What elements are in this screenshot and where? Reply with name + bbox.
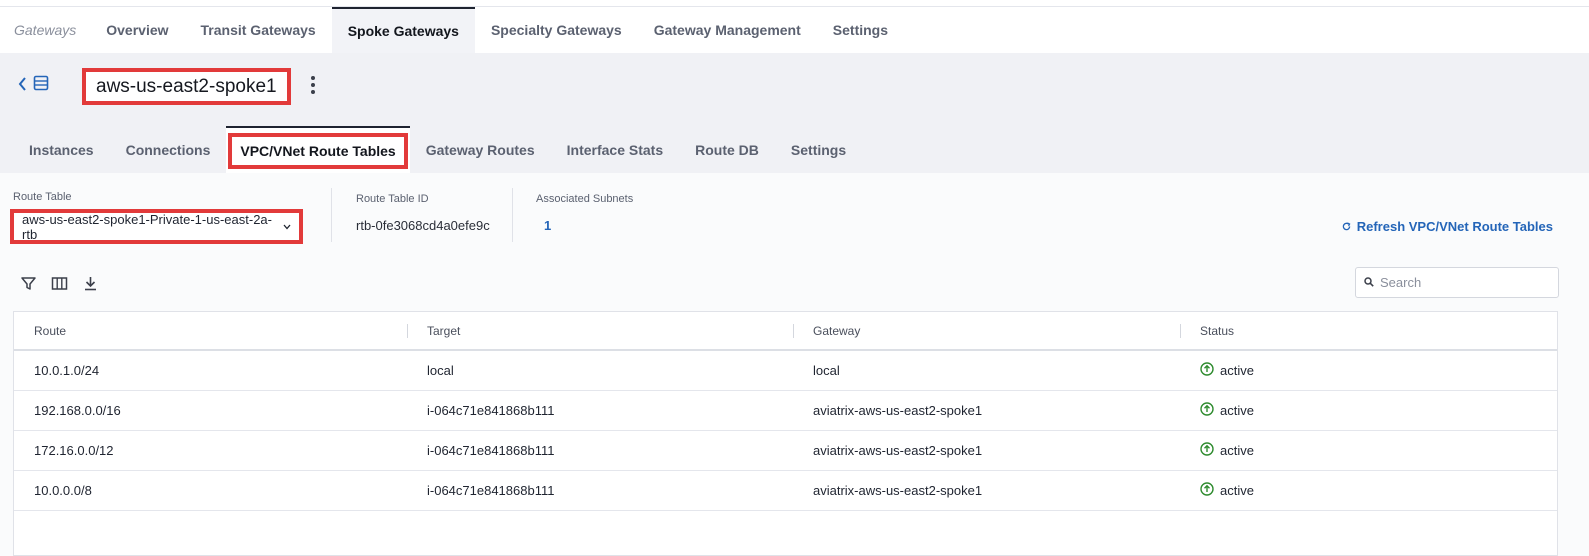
route-table-value: aws-us-east2-spoke1-Private-1-us-east-2a… bbox=[22, 211, 272, 242]
cell-target: i-064c71e841868b111 bbox=[427, 443, 555, 458]
tab-gateway-management[interactable]: Gateway Management bbox=[638, 7, 817, 53]
divider bbox=[331, 188, 332, 242]
subtab-instances[interactable]: Instances bbox=[13, 126, 110, 173]
cell-route: 10.0.0.0/8 bbox=[34, 483, 92, 498]
breadcrumb-gateways[interactable]: Gateways bbox=[0, 7, 90, 53]
gateway-name-title: aws-us-east2-spoke1 bbox=[82, 68, 291, 105]
download-icon[interactable] bbox=[82, 275, 99, 292]
status-active-icon bbox=[1200, 442, 1214, 459]
subtab-interface-stats[interactable]: Interface Stats bbox=[551, 126, 679, 173]
kebab-menu-icon[interactable] bbox=[303, 75, 323, 95]
tab-settings[interactable]: Settings bbox=[817, 7, 904, 53]
chevron-down-icon bbox=[283, 221, 291, 233]
refresh-label: Refresh VPC/VNet Route Tables bbox=[1356, 219, 1553, 234]
table-toolbar bbox=[20, 275, 99, 292]
status-text: active bbox=[1220, 363, 1254, 378]
search-box[interactable] bbox=[1355, 267, 1559, 298]
route-table-label: Route Table bbox=[13, 191, 72, 203]
subtab-gateway-routes[interactable]: Gateway Routes bbox=[410, 126, 551, 173]
back-to-list-button[interactable] bbox=[18, 75, 49, 96]
associated-subnets-label: Associated Subnets bbox=[536, 193, 634, 205]
subtab-vpc-vnet-route-tables[interactable]: VPC/VNet Route Tables bbox=[226, 126, 410, 173]
filter-icon[interactable] bbox=[20, 275, 37, 292]
table-row[interactable]: 10.0.0.0/8 i-064c71e841868b111 aviatrix-… bbox=[14, 471, 1557, 511]
table-row[interactable]: 10.0.1.0/24 local local active bbox=[14, 351, 1557, 391]
status-text: active bbox=[1220, 443, 1254, 458]
route-table-select[interactable]: aws-us-east2-spoke1-Private-1-us-east-2a… bbox=[10, 209, 303, 244]
cell-route: 10.0.1.0/24 bbox=[34, 363, 100, 378]
column-header-status[interactable]: Status bbox=[1180, 312, 1557, 349]
columns-icon[interactable] bbox=[51, 275, 68, 292]
refresh-route-tables-button[interactable]: Refresh VPC/VNet Route Tables bbox=[1342, 219, 1553, 234]
cell-gateway: aviatrix-aws-us-east2-spoke1 bbox=[813, 403, 983, 418]
tab-transit-gateways[interactable]: Transit Gateways bbox=[185, 7, 332, 53]
cell-route: 172.16.0.0/12 bbox=[34, 443, 114, 458]
cell-status: active bbox=[1180, 471, 1557, 510]
route-table-id-label: Route Table ID bbox=[356, 193, 429, 205]
associated-subnets-count[interactable]: 1 bbox=[544, 218, 551, 233]
route-table-id-value: rtb-0fe3068cd4a0efe9c bbox=[356, 218, 490, 233]
status-active-icon bbox=[1200, 402, 1214, 419]
cell-status: active bbox=[1180, 431, 1557, 470]
cell-status: active bbox=[1180, 351, 1557, 390]
cell-status: active bbox=[1180, 391, 1557, 430]
cell-gateway: local bbox=[813, 363, 840, 378]
tab-overview[interactable]: Overview bbox=[90, 7, 184, 53]
chevron-left-icon bbox=[18, 76, 27, 95]
status-text: active bbox=[1220, 483, 1254, 498]
table-row[interactable]: 172.16.0.0/12 i-064c71e841868b111 aviatr… bbox=[14, 431, 1557, 471]
table-header: Route Target Gateway Status bbox=[14, 312, 1557, 351]
refresh-icon bbox=[1342, 219, 1351, 234]
column-header-target[interactable]: Target bbox=[407, 312, 793, 349]
column-header-gateway[interactable]: Gateway bbox=[793, 312, 1180, 349]
subtab-connections[interactable]: Connections bbox=[110, 126, 227, 173]
status-active-icon bbox=[1200, 482, 1214, 499]
column-header-route[interactable]: Route bbox=[14, 312, 407, 349]
gateway-subtabs: Instances Connections VPC/VNet Route Tab… bbox=[13, 126, 862, 173]
cell-gateway: aviatrix-aws-us-east2-spoke1 bbox=[813, 483, 983, 498]
status-text: active bbox=[1220, 403, 1254, 418]
cell-route: 192.168.0.0/16 bbox=[34, 403, 121, 418]
route-table-grid: Route Target Gateway Status 10.0.1.0/24 … bbox=[13, 311, 1558, 556]
subtab-label: VPC/VNet Route Tables bbox=[228, 132, 408, 169]
tab-spoke-gateways[interactable]: Spoke Gateways bbox=[331, 7, 475, 53]
status-active-icon bbox=[1200, 362, 1214, 379]
cell-target: i-064c71e841868b111 bbox=[427, 483, 555, 498]
table-row[interactable]: 192.168.0.0/16 i-064c71e841868b111 aviat… bbox=[14, 391, 1557, 431]
search-input[interactable] bbox=[1380, 275, 1540, 290]
list-icon bbox=[33, 75, 49, 96]
divider bbox=[512, 188, 513, 242]
cell-target: local bbox=[427, 363, 454, 378]
cell-gateway: aviatrix-aws-us-east2-spoke1 bbox=[813, 443, 983, 458]
search-icon bbox=[1364, 274, 1374, 292]
cell-target: i-064c71e841868b111 bbox=[427, 403, 555, 418]
gateway-header: aws-us-east2-spoke1 Instances Connection… bbox=[0, 53, 1589, 173]
subtab-route-db[interactable]: Route DB bbox=[679, 126, 775, 173]
subtab-settings[interactable]: Settings bbox=[775, 126, 862, 173]
tab-specialty-gateways[interactable]: Specialty Gateways bbox=[475, 7, 638, 53]
top-nav: Gateways Overview Transit Gateways Spoke… bbox=[0, 6, 1589, 53]
